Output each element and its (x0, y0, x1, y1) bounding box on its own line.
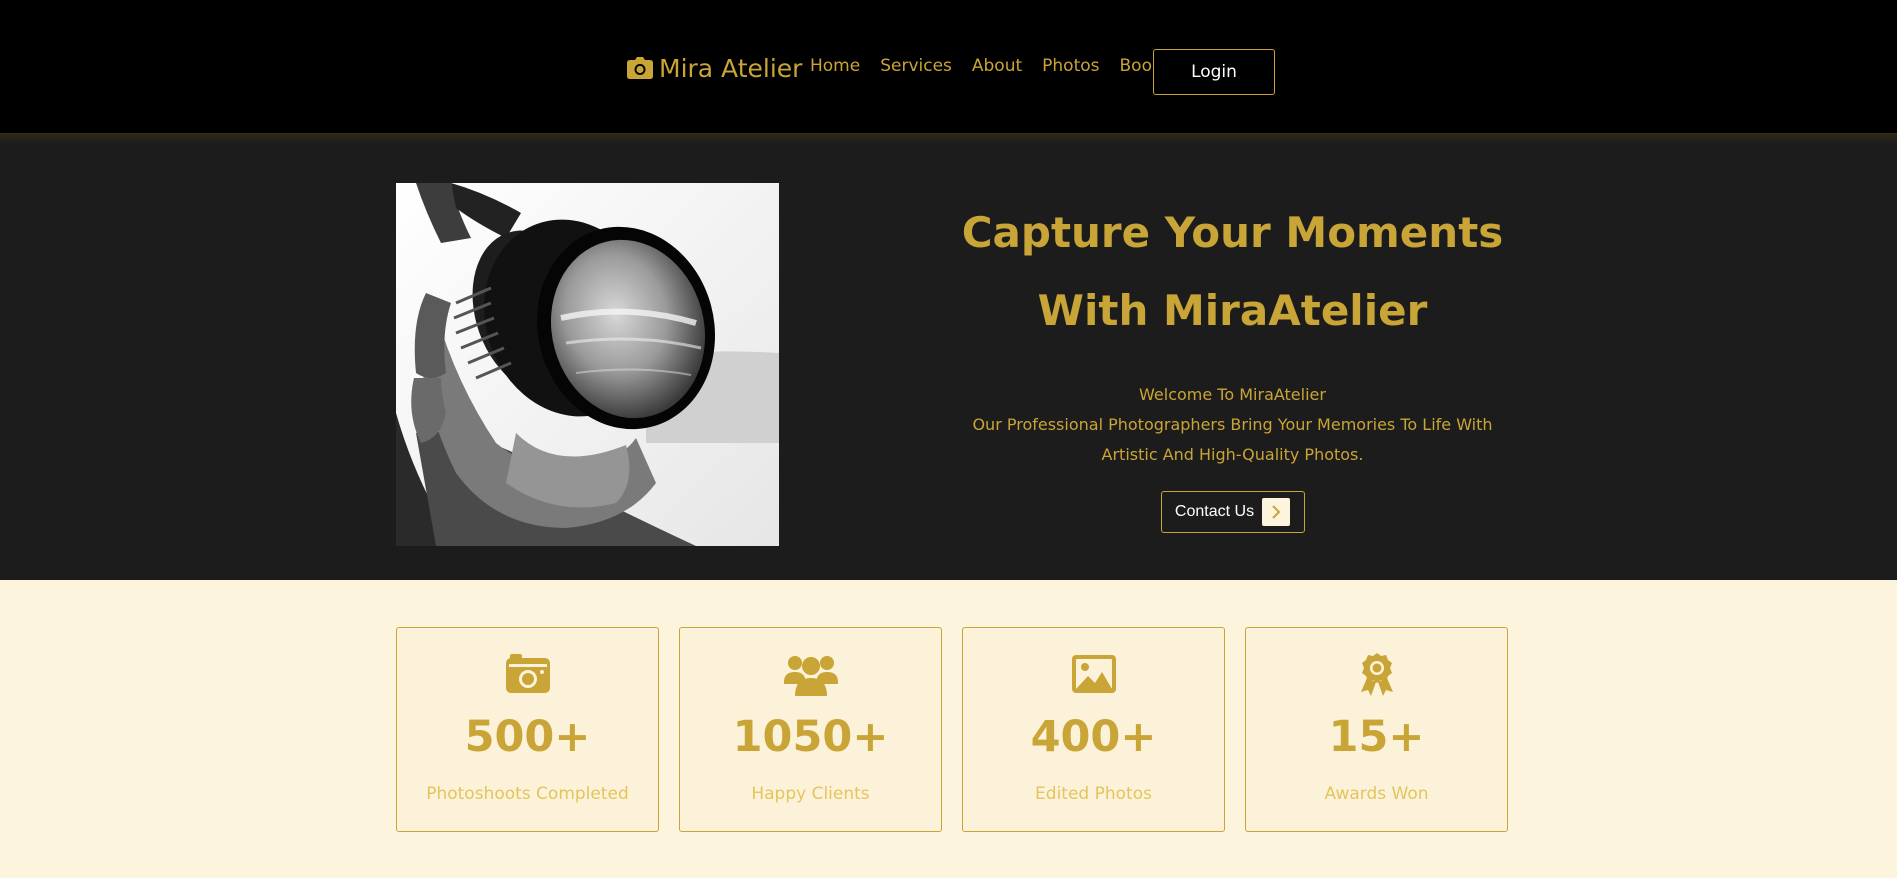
contact-us-label: Contact Us (1174, 503, 1255, 520)
hero-welcome: Welcome To MiraAtelier (1139, 385, 1326, 404)
stat-label: Awards Won (1324, 784, 1429, 804)
hero-photo (396, 183, 779, 546)
brand-logo[interactable]: Mira Atelier (627, 50, 802, 86)
stat-card-awards: 15+ Awards Won (1245, 627, 1508, 832)
award-icon (1349, 652, 1405, 696)
nav-link-services[interactable]: Services (880, 56, 952, 76)
chevron-right-icon (1262, 498, 1291, 526)
stats-section: 500+ Photoshoots Completed 1050+ Happy C… (396, 627, 1508, 832)
hero-title-line1: Capture Your Moments (961, 208, 1504, 257)
stat-label: Edited Photos (1035, 784, 1152, 804)
hero-section: Capture Your Moments With MiraAtelier We… (0, 134, 1897, 580)
stat-value: 15+ (1328, 712, 1425, 762)
hero-description: Our Professional Photographers Bring You… (972, 415, 1493, 464)
nav-link-about[interactable]: About (972, 56, 1022, 76)
stat-value: 500+ (464, 712, 591, 762)
stat-value: 400+ (1030, 712, 1157, 762)
hero-text: Capture Your Moments With MiraAtelier We… (900, 194, 1565, 533)
stat-card-edited: 400+ Edited Photos (962, 627, 1225, 832)
nav-link-photos[interactable]: Photos (1042, 56, 1099, 76)
hero-title: Capture Your Moments With MiraAtelier (900, 194, 1565, 350)
login-button[interactable]: Login (1153, 49, 1275, 95)
stat-label: Photoshoots Completed (426, 784, 629, 804)
stat-value: 1050+ (732, 712, 889, 762)
users-icon (783, 652, 839, 696)
stat-card-clients: 1050+ Happy Clients (679, 627, 942, 832)
nav-links: Home Services About Photos Book (810, 56, 1162, 76)
stat-label: Happy Clients (751, 784, 870, 804)
image-icon (1066, 652, 1122, 696)
brand-name: Mira Atelier (659, 53, 803, 83)
nav-link-home[interactable]: Home (810, 56, 860, 76)
stat-card-photoshoots: 500+ Photoshoots Completed (396, 627, 659, 832)
camera-retro-icon (500, 652, 556, 696)
hero-title-line2: With MiraAtelier (1037, 286, 1428, 335)
navbar: Mira Atelier Home Services About Photos … (0, 0, 1897, 134)
camera-icon (627, 57, 653, 79)
contact-us-button[interactable]: Contact Us (1160, 491, 1305, 533)
